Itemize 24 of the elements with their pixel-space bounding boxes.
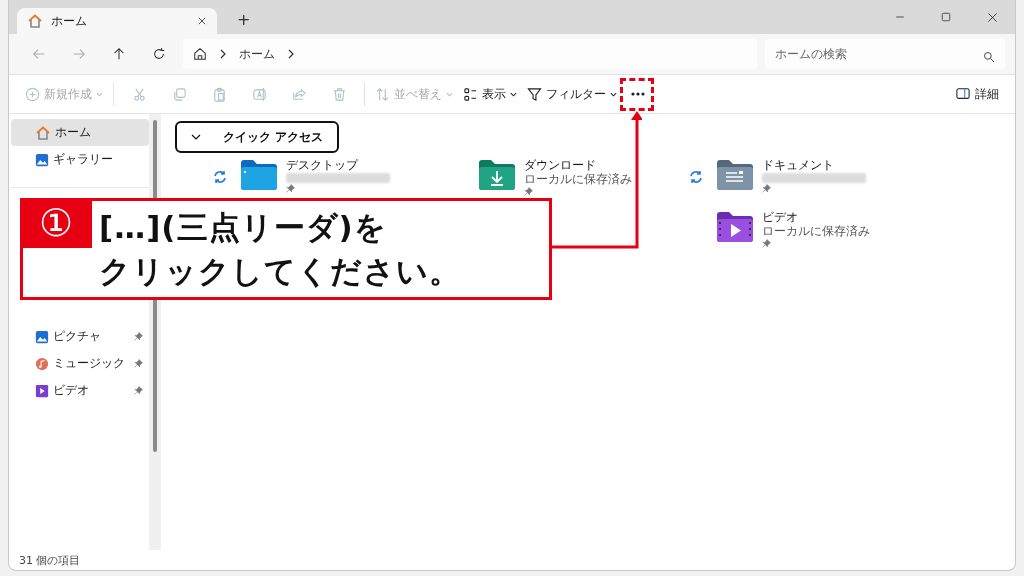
instruction-text: […](三点リーダ)を [99, 208, 388, 247]
sidebar-item[interactable]: ビデオ [11, 377, 149, 404]
folder-name[interactable]: ビデオ [762, 211, 870, 224]
sidebar-item[interactable]: ギャラリー [11, 146, 149, 173]
details-button[interactable]: 詳細 [951, 79, 1003, 109]
instruction-text: クリックしてください。 [99, 252, 462, 291]
sidebar-item[interactable]: ミュージック [11, 350, 149, 377]
folder-name[interactable]: デスクトップ [286, 159, 390, 172]
new-tab-button[interactable]: + [231, 9, 257, 30]
step-number: ① [20, 198, 92, 248]
window-tab[interactable]: ホーム [17, 8, 217, 34]
address-bar[interactable]: ホーム [183, 39, 757, 69]
section-header[interactable]: クイック アクセス [175, 121, 340, 153]
sidebar-item[interactable]: ピクチャ [11, 323, 149, 350]
search-field[interactable]: ホームの検索 [765, 39, 1005, 69]
folder-status: ローカルに保存済み [524, 173, 632, 186]
view-button[interactable]: 表示 [459, 79, 521, 109]
folder-name[interactable]: ダウンロード [524, 159, 632, 172]
folder-name[interactable]: ドキュメント [762, 159, 866, 172]
filter-button[interactable]: フィルター [523, 79, 621, 109]
item-count: 31 個の項目 [19, 552, 81, 568]
sidebar-item[interactable]: ホーム [11, 119, 149, 146]
breadcrumb-item[interactable]: ホーム [239, 45, 275, 63]
folder-status: ローカルに保存済み [762, 225, 870, 238]
